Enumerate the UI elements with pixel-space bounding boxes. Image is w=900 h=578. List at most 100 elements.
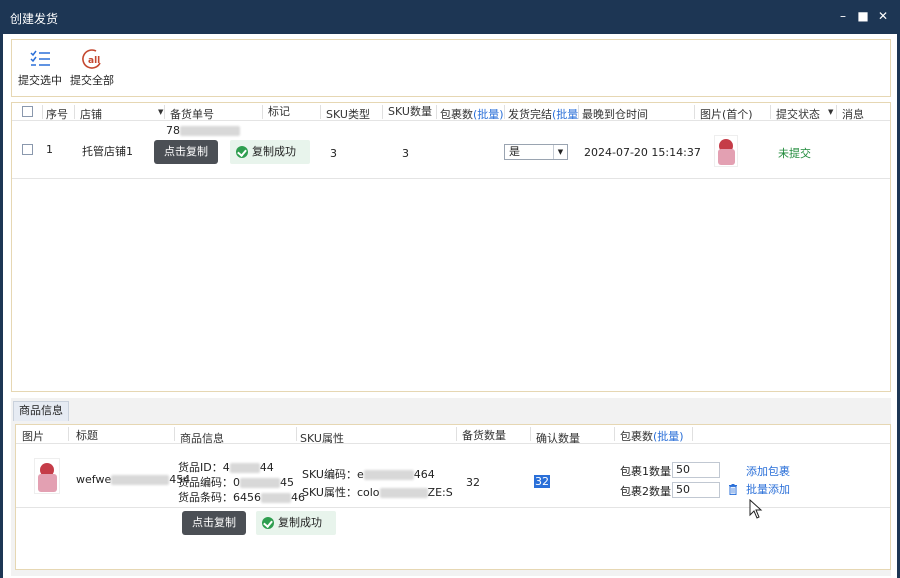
- pkg1-quantity-input[interactable]: 50: [672, 462, 720, 478]
- ship-done-value: 是: [509, 145, 520, 158]
- row-seq: 1: [46, 143, 53, 156]
- checklist-icon: [30, 50, 50, 66]
- p-header-image[interactable]: 图片: [22, 428, 44, 444]
- header-mark[interactable]: 标记: [268, 103, 290, 119]
- redacted-value: [111, 475, 170, 485]
- product-title-prefix: wefwe: [76, 473, 112, 486]
- row-shop: 托管店铺1: [82, 145, 133, 158]
- header-latest-arrival[interactable]: 最晚到仓时间: [582, 106, 648, 122]
- p-header-pkg-count-label: 包裹数: [620, 430, 653, 443]
- row-stock-no: 78: [166, 124, 240, 137]
- sku-code-label: SKU编码：: [302, 468, 357, 481]
- goods-code-suffix: 45: [280, 476, 294, 489]
- row-stock-no-prefix: 78: [166, 124, 180, 137]
- header-pkg-count-label: 包裹数: [440, 108, 473, 121]
- copy-button[interactable]: 点击复制: [154, 140, 218, 164]
- goods-id: 货品ID：4 44: [178, 459, 274, 475]
- goods-barcode: 货品条码：6456 46: [178, 489, 305, 505]
- sku-attr-prefix: colo: [356, 486, 380, 499]
- minimize-icon[interactable]: –: [836, 8, 850, 24]
- product-grid-header: 图片 标题 商品信息 SKU属性 备货数量 确认数量 包裹数(批量): [16, 425, 890, 445]
- copy-success-text: 复制成功: [252, 145, 296, 158]
- p-batch-pkg-link[interactable]: (批量): [653, 430, 684, 443]
- submit-all-button[interactable]: all 提交全部: [70, 48, 114, 88]
- goods-id-prefix: 4: [222, 461, 230, 474]
- filter-caret-icon[interactable]: ▼: [828, 108, 833, 116]
- submit-all-label: 提交全部: [70, 74, 114, 87]
- goods-code: 货品编码：0 45: [178, 474, 294, 490]
- table-row[interactable]: 1 托管店铺1 78 点击复制 复制成功 3 3 是 ▼ 2024-07-20 1…: [12, 121, 890, 179]
- goods-code-label: 货品编码：: [178, 476, 233, 489]
- row-latest-arrival: 2024-07-20 15:14:37: [584, 146, 701, 159]
- sku-attr: SKU属性：colo ZE:S: [302, 484, 453, 500]
- select-all-checkbox[interactable]: [22, 106, 33, 117]
- product-copy-button[interactable]: 点击复制: [182, 511, 246, 535]
- pkg1-label: 包裹1数量: [620, 465, 671, 478]
- product-copy-success-badge: 复制成功: [256, 511, 336, 535]
- all-icon: all: [82, 49, 101, 69]
- copy-success-badge: 复制成功: [230, 140, 310, 164]
- redacted-value: [240, 478, 280, 488]
- redacted-value: [261, 493, 291, 503]
- sku-attr-suffix: ZE:S: [427, 486, 453, 499]
- row-checkbox[interactable]: [22, 144, 33, 155]
- header-ship-done-label: 发货完结: [508, 108, 552, 121]
- product-thumbnail[interactable]: [714, 135, 738, 167]
- redacted-value: [229, 463, 260, 473]
- product-grid: 图片 标题 商品信息 SKU属性 备货数量 确认数量 包裹数(批量) wefwe…: [15, 424, 891, 570]
- redacted-value: [363, 470, 414, 480]
- svg-text:all: all: [88, 56, 100, 66]
- grid-header: 序号 店铺 ▼ 备货单号 标记 SKU类型 SKU数量 包裹数(批量) 发货完结…: [12, 103, 890, 121]
- sku-attr-label: SKU属性：: [302, 486, 357, 499]
- product-title: wefwe 454: [76, 473, 190, 486]
- sort-caret-icon[interactable]: ▼: [158, 108, 163, 116]
- row-sku-qty: 3: [402, 147, 409, 160]
- sku-code-suffix: 464: [413, 468, 435, 481]
- toolbar: 提交选中 all 提交全部: [11, 39, 891, 97]
- goods-barcode-label: 货品条码：: [178, 491, 233, 504]
- confirm-qty-input[interactable]: 32: [534, 475, 550, 488]
- window-title: 创建发货: [10, 12, 59, 26]
- goods-id-suffix: 44: [259, 461, 274, 474]
- header-sku-qty[interactable]: SKU数量: [388, 103, 432, 119]
- maximize-icon[interactable]: ■: [856, 8, 870, 24]
- header-seq[interactable]: 序号: [46, 106, 68, 122]
- submit-selected-button[interactable]: 提交选中: [18, 48, 62, 88]
- goods-code-prefix: 0: [233, 476, 240, 489]
- window-titlebar: 创建发货 – ■ ✕: [0, 0, 900, 34]
- p-header-pkg-count: 包裹数(批量): [620, 428, 684, 444]
- batch-add-link[interactable]: 批量添加: [746, 481, 790, 497]
- batch-pkg-link[interactable]: (批量): [473, 108, 504, 121]
- header-shop[interactable]: 店铺: [80, 106, 102, 122]
- product-image[interactable]: [34, 458, 60, 494]
- mouse-cursor-icon: [749, 499, 763, 519]
- sku-code: SKU编码：e 464: [302, 466, 435, 482]
- redacted-value: [379, 488, 428, 498]
- header-message[interactable]: 消息: [842, 106, 864, 122]
- trash-icon[interactable]: [728, 484, 738, 495]
- product-copy-success-text: 复制成功: [278, 516, 322, 529]
- add-package-link[interactable]: 添加包裹: [746, 463, 790, 479]
- submit-selected-label: 提交选中: [18, 74, 62, 87]
- window-client: 提交选中 all 提交全部 序号 店铺 ▼ 备货单号 标记 SKU类型 SKU数…: [3, 34, 897, 578]
- batch-ship-link[interactable]: (批量: [552, 108, 578, 121]
- goods-id-label: 货品ID：: [178, 461, 223, 474]
- goods-barcode-prefix: 6456: [233, 491, 261, 504]
- close-icon[interactable]: ✕: [876, 8, 890, 24]
- pkg2-label: 包裹2数量: [620, 485, 671, 498]
- header-sku-type[interactable]: SKU类型: [326, 106, 370, 122]
- tab-product-info[interactable]: 商品信息: [13, 401, 69, 421]
- sku-code-prefix: e: [356, 468, 364, 481]
- pkg2-quantity-input[interactable]: 50: [672, 482, 720, 498]
- redacted-value: [180, 126, 240, 136]
- row-sku-type: 3: [330, 147, 337, 160]
- ship-done-select[interactable]: 是 ▼: [504, 144, 568, 160]
- header-stock-no[interactable]: 备货单号: [170, 106, 214, 122]
- header-image[interactable]: 图片(首个): [700, 106, 753, 122]
- p-header-title[interactable]: 标题: [76, 427, 98, 443]
- header-status[interactable]: 提交状态: [776, 106, 820, 122]
- p-header-stock-qty[interactable]: 备货数量: [462, 427, 506, 443]
- chevron-down-icon: ▼: [553, 145, 567, 159]
- success-check-icon: [262, 517, 274, 529]
- row-status: 未提交: [778, 147, 811, 160]
